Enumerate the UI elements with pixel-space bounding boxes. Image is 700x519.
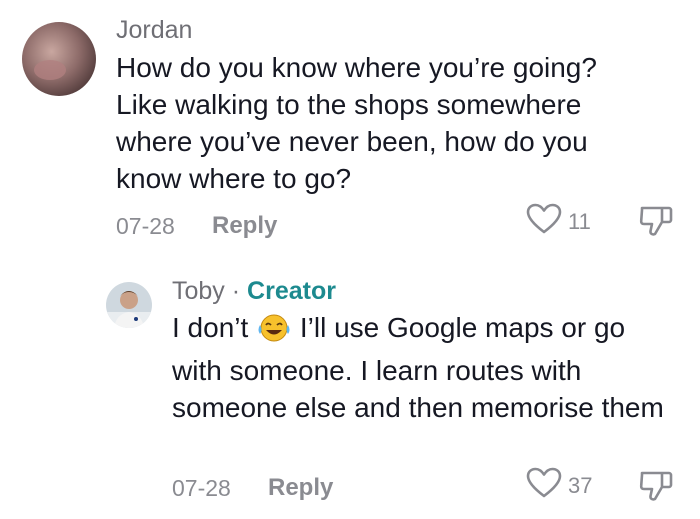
comment-date: 07-28 [172,475,231,501]
like-button[interactable]: 11 [526,203,591,241]
separator: · [224,277,248,305]
comment-date: 07-28 [116,213,175,239]
like-count: 37 [568,473,593,498]
creator-badge: Creator [247,277,336,305]
comment-text: I don’t I’ll use Google maps or go with … [172,309,672,426]
comment-text-part1: I don’t [172,312,257,343]
face-with-tears-of-joy-icon [256,313,292,352]
heart-outline-icon [526,203,562,241]
dislike-button[interactable] [638,469,674,508]
reply-button[interactable]: Reply [212,212,277,240]
reply-button[interactable]: Reply [268,474,333,502]
dislike-button[interactable] [638,204,674,243]
username-line: Toby · Creator [172,277,336,306]
username[interactable]: Toby [172,277,225,305]
avatar[interactable] [22,22,96,96]
thumbs-down-outline-icon [638,206,674,242]
like-button[interactable]: 37 [526,467,592,505]
like-count: 11 [568,209,591,234]
comment-text: How do you know where you’re going? Like… [116,52,597,194]
heart-outline-icon [526,467,562,505]
username[interactable]: Jordan [116,16,192,45]
avatar[interactable] [106,282,152,328]
thumbs-down-outline-icon [638,471,674,507]
